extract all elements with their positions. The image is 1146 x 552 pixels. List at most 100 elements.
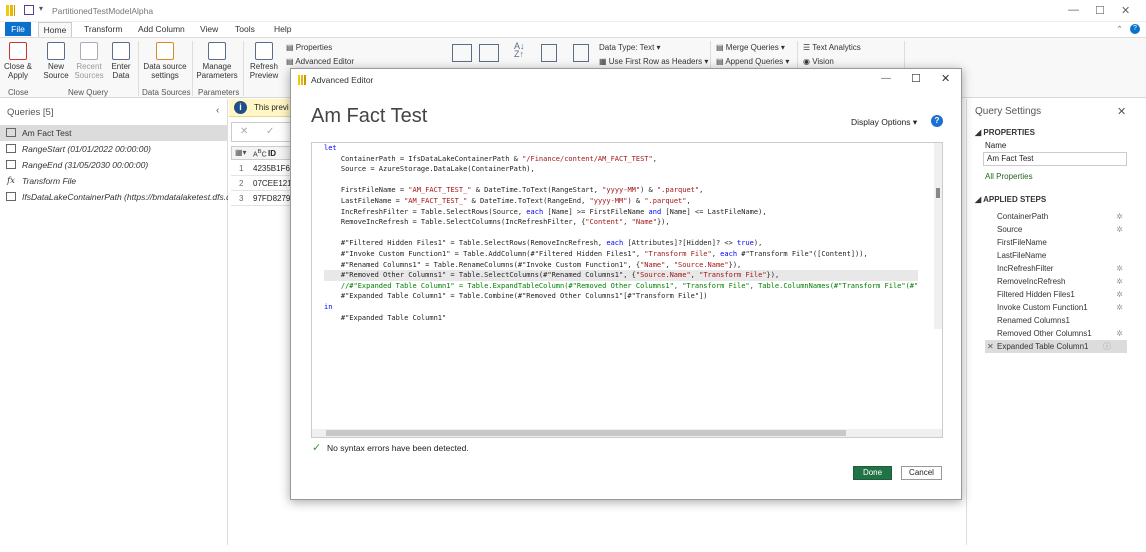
gear-icon[interactable]: ✲: [1116, 301, 1123, 314]
collapse-pane-icon[interactable]: ‹: [216, 105, 219, 116]
tab-file[interactable]: File: [5, 22, 31, 36]
done-button[interactable]: Done: [853, 466, 892, 480]
gear-icon[interactable]: ✲: [1116, 262, 1123, 275]
formula-bar[interactable]: ✕ ✓: [231, 122, 291, 142]
manage-parameters-button[interactable]: Manage Parameters: [194, 42, 240, 80]
code-line[interactable]: ContainerPath = IfsDataLakeContainerPath…: [324, 154, 918, 165]
code-line[interactable]: LastFileName = "AM_FACT_TEST_" & DateTim…: [324, 196, 918, 207]
code-line[interactable]: in: [324, 302, 918, 313]
applied-steps-section[interactable]: ◢ APPLIED STEPS: [975, 195, 1046, 204]
step-removeincrefresh[interactable]: RemoveIncRefresh ✲: [985, 275, 1127, 288]
collapse-ribbon-icon[interactable]: ⌃: [1116, 24, 1123, 35]
code-line[interactable]: RemoveIncRefresh = Table.SelectColumns(I…: [324, 217, 918, 228]
horizontal-scroll-thumb[interactable]: [326, 430, 846, 436]
vertical-scrollbar[interactable]: [934, 143, 942, 329]
step-firstfilename[interactable]: FirstFileName: [985, 236, 1127, 249]
query-item-container-path[interactable]: IfsDataLakeContainerPath (https://bmdata…: [0, 189, 228, 205]
split-column-icon[interactable]: [541, 44, 557, 62]
preview-row[interactable]: 1 4235B1F6B: [231, 162, 295, 176]
text-analytics-button[interactable]: ☰ Text Analytics: [803, 43, 861, 52]
preview-row[interactable]: 3 97FD8279D: [231, 192, 296, 206]
data-type-dropdown[interactable]: Data Type: Text ▾: [599, 43, 661, 52]
gear-icon[interactable]: ✲: [1116, 327, 1123, 340]
tab-tools[interactable]: Tools: [235, 24, 255, 34]
first-row-headers-button[interactable]: ▦ Use First Row as Headers ▾: [599, 57, 708, 66]
step-increfreshfilter[interactable]: IncRefreshFilter ✲: [985, 262, 1127, 275]
step-renamed-columns[interactable]: Renamed Columns1: [985, 314, 1127, 327]
code-line[interactable]: #"Invoke Custom Function1" = Table.AddCo…: [324, 249, 918, 260]
code-line[interactable]: let: [324, 143, 918, 154]
minimize-icon[interactable]: —: [1068, 4, 1079, 16]
step-filtered-hidden-files[interactable]: Filtered Hidden Files1 ✲: [985, 288, 1127, 301]
append-queries-button[interactable]: ▤ Append Queries ▾: [716, 57, 789, 66]
merge-queries-button[interactable]: ▤ Merge Queries ▾: [716, 43, 785, 52]
help-icon[interactable]: ?: [931, 115, 943, 127]
reduce-rows-icon[interactable]: [452, 44, 472, 62]
code-content[interactable]: let ContainerPath = IfsDataLakeContainer…: [324, 143, 919, 324]
close-apply-button[interactable]: Close & Apply: [3, 42, 33, 80]
step-expanded-table-column[interactable]: ✕ Expanded Table Column1 ⓘ: [985, 340, 1127, 353]
maximize-icon[interactable]: ☐: [911, 72, 921, 85]
step-containerpath[interactable]: ContainerPath ✲: [985, 210, 1127, 223]
code-line[interactable]: #"Expanded Table Column1" = Table.Combin…: [324, 291, 918, 302]
text-type-icon[interactable]: ABC: [253, 149, 267, 158]
gear-icon[interactable]: ✲: [1116, 275, 1123, 288]
preview-row[interactable]: 2 07CEE121C: [231, 177, 297, 191]
tab-add-column[interactable]: Add Column: [138, 24, 185, 34]
properties-section[interactable]: ◢ PROPERTIES: [975, 128, 1035, 137]
all-properties-link[interactable]: All Properties: [985, 172, 1033, 181]
vision-button[interactable]: ◉ Vision: [803, 57, 834, 66]
cancel-formula-icon[interactable]: ✕: [240, 126, 248, 137]
tab-view[interactable]: View: [200, 24, 218, 34]
refresh-preview-button[interactable]: Refresh Preview: [246, 42, 282, 80]
query-item-transform-file[interactable]: fx Transform File: [0, 173, 228, 189]
display-options-dropdown[interactable]: Display Options ▾: [851, 117, 917, 128]
tab-home[interactable]: Home: [38, 22, 72, 37]
gear-icon[interactable]: ✲: [1116, 288, 1123, 301]
code-line[interactable]: #"Expanded Table Column1": [324, 313, 918, 324]
query-item-rangeend[interactable]: RangeEnd (31/05/2030 00:00:00): [0, 157, 228, 173]
code-line[interactable]: #"Renamed Columns1" = Table.RenameColumn…: [324, 260, 918, 271]
code-line[interactable]: Source = AzureStorage.DataLake(Container…: [324, 164, 918, 175]
name-field[interactable]: Am Fact Test: [983, 152, 1127, 166]
step-removed-other-columns[interactable]: Removed Other Columns1 ✲: [985, 327, 1127, 340]
enter-data-button[interactable]: Enter Data: [107, 42, 135, 80]
code-line[interactable]: #"Removed Other Columns1" = Table.Select…: [324, 270, 919, 281]
remove-columns-icon[interactable]: [479, 44, 499, 62]
step-source[interactable]: Source ✲: [985, 223, 1127, 236]
close-pane-icon[interactable]: ✕: [1117, 105, 1126, 118]
delete-step-icon[interactable]: ✕: [987, 340, 994, 353]
properties-button[interactable]: ▤ Properties: [286, 43, 332, 52]
step-invoke-custom-function[interactable]: Invoke Custom Function1 ✲: [985, 301, 1127, 314]
code-line[interactable]: [324, 228, 918, 239]
code-line[interactable]: #"Filtered Hidden Files1" = Table.Select…: [324, 238, 918, 249]
code-line[interactable]: FirstFileName = "AM_FACT_TEST_" & DateTi…: [324, 185, 918, 196]
tab-help[interactable]: Help: [274, 24, 291, 34]
query-item-rangestart[interactable]: RangeStart (01/01/2022 00:00:00): [0, 141, 228, 157]
data-source-settings-button[interactable]: Data source settings: [141, 42, 189, 80]
info-icon[interactable]: ⓘ: [1103, 340, 1111, 353]
code-editor[interactable]: let ContainerPath = IfsDataLakeContainer…: [311, 142, 943, 438]
tab-transform[interactable]: Transform: [84, 24, 122, 34]
code-line[interactable]: [324, 175, 918, 186]
quick-access-dropdown-icon[interactable]: ▾: [39, 4, 43, 13]
code-line[interactable]: IncRefreshFilter = Table.SelectRows(Sour…: [324, 207, 918, 218]
query-item-am-fact-test[interactable]: Am Fact Test: [0, 125, 228, 141]
commit-formula-icon[interactable]: ✓: [266, 126, 274, 137]
table-menu-icon[interactable]: ▦▾: [235, 148, 247, 157]
code-line[interactable]: //#"Expanded Table Column1" = Table.Expa…: [324, 281, 918, 292]
close-icon[interactable]: ✕: [1121, 4, 1130, 17]
save-icon[interactable]: [24, 5, 34, 15]
gear-icon[interactable]: ✲: [1116, 223, 1123, 236]
close-icon[interactable]: ✕: [941, 72, 950, 85]
recent-sources-button[interactable]: Recent Sources: [73, 42, 105, 80]
gear-icon[interactable]: ✲: [1116, 210, 1123, 223]
step-lastfilename[interactable]: LastFileName: [985, 249, 1127, 262]
cancel-button[interactable]: Cancel: [901, 466, 942, 480]
new-source-button[interactable]: New Source: [40, 42, 72, 80]
help-icon[interactable]: ?: [1130, 24, 1140, 34]
maximize-icon[interactable]: ☐: [1095, 4, 1105, 17]
sort-icon[interactable]: A↓ Z↑: [514, 42, 525, 59]
advanced-editor-button[interactable]: ▤ Advanced Editor: [286, 57, 354, 66]
column-header[interactable]: ▦▾ ABC ID: [231, 146, 291, 160]
